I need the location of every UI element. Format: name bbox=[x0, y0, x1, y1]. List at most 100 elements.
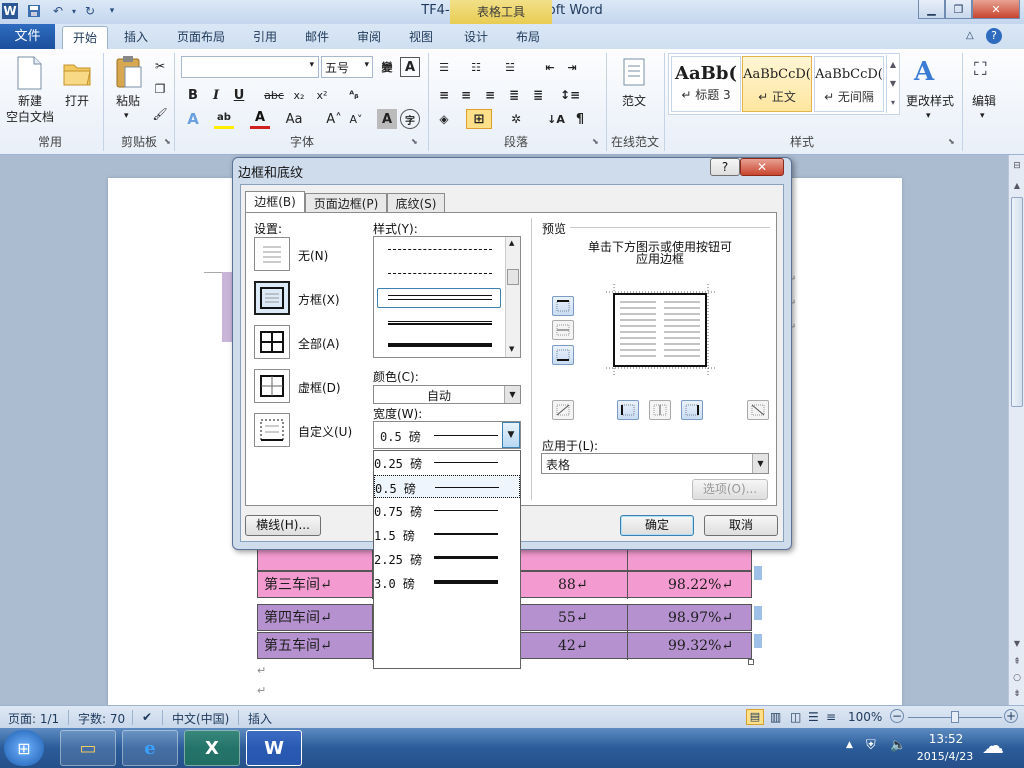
bold-icon[interactable]: B bbox=[183, 85, 203, 105]
new-document-icon[interactable] bbox=[14, 55, 44, 91]
diagonal-down-border-button[interactable] bbox=[552, 400, 574, 420]
multilevel-list-icon[interactable]: ☱ bbox=[500, 57, 520, 77]
line-style-scrollbar[interactable]: ▲ ▼ bbox=[505, 237, 520, 357]
italic-icon[interactable]: I bbox=[206, 85, 226, 105]
clipboard-launcher-icon[interactable]: ⬊ bbox=[164, 137, 171, 146]
inside-vertical-border-button[interactable] bbox=[649, 400, 671, 420]
top-border-button[interactable] bbox=[552, 296, 574, 316]
shading-icon[interactable]: ◈ bbox=[434, 109, 454, 129]
setting-box[interactable] bbox=[254, 281, 290, 315]
font-name-combo[interactable]: ▾ bbox=[181, 56, 319, 78]
font-color-icon[interactable]: A bbox=[250, 109, 270, 129]
tab-home[interactable]: 开始 bbox=[62, 26, 108, 49]
table-cell-rate[interactable]: 98.22%↵ bbox=[668, 572, 733, 599]
ruler-toggle-icon[interactable]: ⊟ bbox=[1011, 161, 1023, 175]
style-normal[interactable]: AaBbCcD( ↵ 正文 bbox=[742, 56, 812, 112]
open-button[interactable]: 打开 bbox=[60, 93, 94, 109]
apply-to-combo[interactable]: 表格 ▼ bbox=[541, 453, 769, 474]
scroll-up-icon[interactable]: ▲ bbox=[509, 239, 514, 247]
paste-dropdown-icon[interactable]: ▾ bbox=[124, 111, 129, 121]
sort-icon[interactable]: ↓A bbox=[546, 109, 566, 129]
zoom-slider-thumb[interactable] bbox=[951, 711, 959, 723]
char-shading-icon[interactable]: A bbox=[377, 109, 397, 129]
styles-launcher-icon[interactable]: ⬊ bbox=[948, 137, 955, 146]
distributed-icon[interactable]: ≣ bbox=[528, 85, 548, 105]
vertical-scrollbar[interactable]: ⊟ ▲ ▼ ⇞ ○ ⇟ bbox=[1008, 155, 1024, 705]
editing-button[interactable]: 编辑 bbox=[966, 93, 1002, 109]
diagonal-up-border-button[interactable] bbox=[747, 400, 769, 420]
color-combo[interactable]: 自动 ▼ bbox=[373, 385, 521, 404]
borders-icon[interactable]: ⊞ bbox=[466, 109, 492, 129]
char-border-icon[interactable]: A bbox=[400, 57, 420, 77]
strikethrough-icon[interactable]: abc bbox=[264, 85, 284, 105]
action-center-icon[interactable]: ⛨ bbox=[866, 738, 876, 753]
style-no-spacing[interactable]: AaBbCcD( ↵ 无间隔 bbox=[814, 56, 884, 112]
tab-page-borders[interactable]: 页面边框(P) bbox=[305, 193, 387, 213]
chinese-layout-icon[interactable]: ✲ bbox=[506, 109, 526, 129]
find-binoculars-icon[interactable]: ⛶ bbox=[974, 59, 987, 80]
minimize-button[interactable]: ▁ bbox=[918, 0, 945, 19]
start-button[interactable]: ⊞ bbox=[4, 730, 44, 766]
clock-date[interactable]: 2015/4/23 bbox=[910, 750, 980, 763]
font-size-combo[interactable]: 五号 ▾ bbox=[321, 56, 373, 78]
tab-view[interactable]: 视图 bbox=[401, 26, 441, 49]
ie-taskbar-button[interactable]: e bbox=[122, 730, 178, 766]
table-resize-handle[interactable] bbox=[748, 659, 754, 665]
width-option-30[interactable]: 3.0 磅 bbox=[374, 571, 520, 594]
width-option-15[interactable]: 1.5 磅 bbox=[374, 523, 520, 546]
table-cell-count[interactable]: 55↵ bbox=[558, 605, 588, 632]
subscript-icon[interactable]: x₂ bbox=[289, 85, 309, 105]
templates-icon[interactable] bbox=[622, 57, 646, 87]
setting-all[interactable] bbox=[254, 325, 290, 359]
paste-icon[interactable] bbox=[115, 55, 143, 89]
highlight-icon[interactable]: ab bbox=[214, 109, 234, 129]
zoom-level[interactable]: 100% bbox=[848, 710, 882, 724]
proofing-icon[interactable]: ✔ bbox=[142, 710, 152, 724]
line-style-dashdot[interactable] bbox=[388, 249, 492, 250]
clock-time[interactable]: 13:52 bbox=[914, 732, 978, 746]
templates-button[interactable]: 范文 bbox=[614, 93, 654, 109]
open-folder-icon[interactable] bbox=[62, 59, 92, 89]
new-document-button[interactable]: 新建 空白文档 bbox=[2, 93, 58, 125]
width-option-025[interactable]: 0.25 磅 bbox=[374, 451, 520, 474]
change-styles-icon[interactable]: A bbox=[914, 57, 934, 87]
phonetic-guide-icon[interactable]: 變 bbox=[377, 57, 397, 77]
change-case-icon[interactable]: Aa bbox=[284, 109, 304, 129]
align-center-icon[interactable]: ≡ bbox=[456, 85, 476, 105]
left-border-button[interactable] bbox=[617, 400, 639, 420]
paste-button[interactable]: 粘贴 bbox=[110, 93, 146, 109]
explorer-taskbar-button[interactable]: ▭ bbox=[60, 730, 116, 766]
table-cell-count[interactable]: 88↵ bbox=[558, 572, 588, 599]
tab-file[interactable]: 文件 bbox=[0, 24, 55, 49]
numbering-icon[interactable]: ☷ bbox=[466, 57, 486, 77]
align-left-icon[interactable]: ≡ bbox=[434, 85, 454, 105]
cancel-button[interactable]: 取消 bbox=[704, 515, 778, 536]
tab-shading[interactable]: 底纹(S) bbox=[387, 193, 445, 213]
change-styles-button[interactable]: 更改样式 bbox=[904, 93, 956, 109]
cut-icon[interactable]: ✂ bbox=[151, 57, 169, 75]
align-right-icon[interactable]: ≡ bbox=[480, 85, 500, 105]
table-cell-workshop[interactable]: 第五车间↵ bbox=[264, 633, 332, 660]
word-count[interactable]: 字数: 70 bbox=[78, 710, 125, 727]
horizontal-line-button[interactable]: 横线(H)... bbox=[245, 515, 321, 536]
draft-view-icon[interactable]: ≡ bbox=[826, 710, 836, 724]
tab-layout[interactable]: 布局 bbox=[508, 26, 548, 49]
table-cell-workshop[interactable]: 第四车间↵ bbox=[264, 605, 332, 632]
line-style-selected[interactable] bbox=[377, 288, 501, 308]
width-option-225[interactable]: 2.25 磅 bbox=[374, 547, 520, 570]
text-effect-icon[interactable]: A bbox=[183, 109, 203, 129]
copy-icon[interactable]: ❐ bbox=[151, 80, 169, 98]
bullets-icon[interactable]: ☰ bbox=[434, 57, 454, 77]
table-cell-workshop[interactable]: 第三车间↵ bbox=[264, 572, 332, 599]
line-style-list[interactable]: ▲ ▼ bbox=[373, 236, 521, 358]
scroll-thumb[interactable] bbox=[507, 269, 519, 285]
table-cell-count[interactable]: 42↵ bbox=[558, 633, 588, 660]
scroll-down-icon[interactable]: ▼ bbox=[509, 345, 514, 353]
restore-button[interactable]: ❐ bbox=[945, 0, 972, 19]
insert-mode-indicator[interactable]: 插入 bbox=[248, 710, 272, 727]
clear-format-icon[interactable]: ᴬᵦ bbox=[344, 85, 364, 105]
line-style-dashdotdot[interactable] bbox=[388, 273, 492, 274]
table-cell-rate[interactable]: 98.97%↵ bbox=[668, 605, 733, 632]
paragraph-launcher-icon[interactable]: ⬊ bbox=[592, 137, 599, 146]
full-screen-reading-icon[interactable]: ▥ bbox=[770, 710, 781, 724]
